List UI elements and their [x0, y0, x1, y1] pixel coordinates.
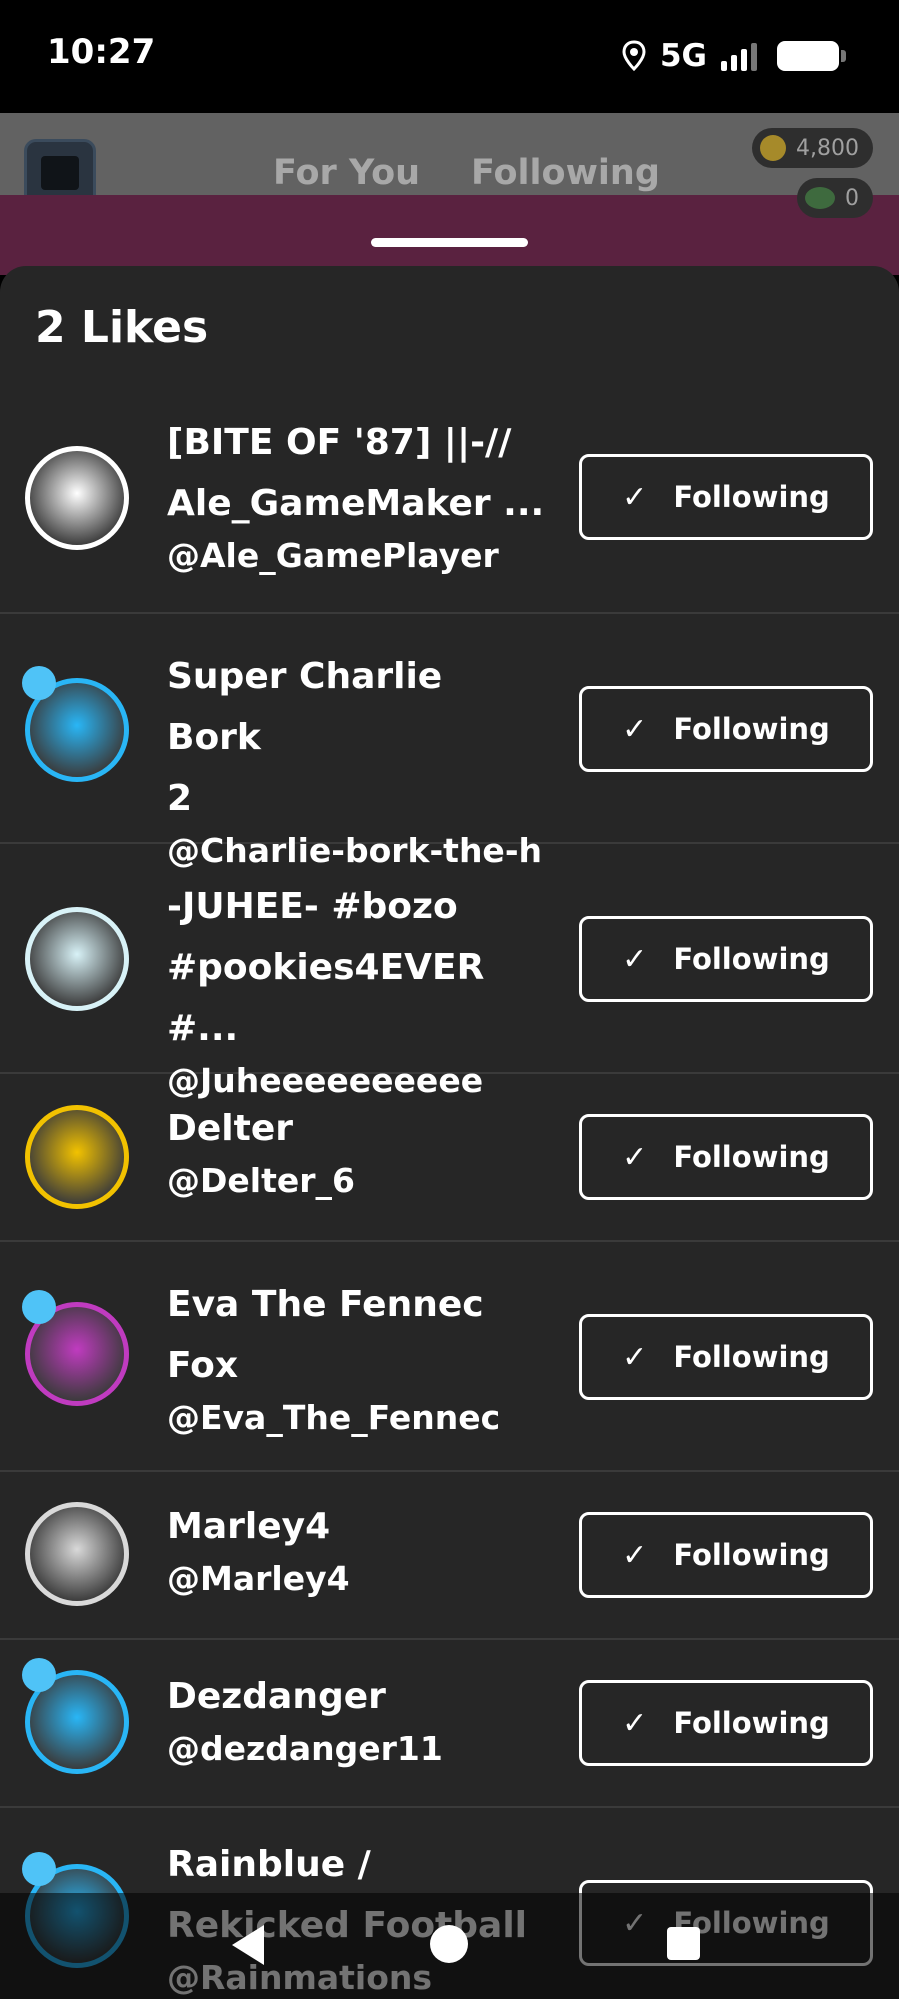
check-icon: ✓: [622, 1139, 648, 1175]
display-name: Dezdanger: [167, 1676, 386, 1717]
coin-icon: [760, 135, 787, 161]
user-info[interactable]: Dezdanger @dezdanger11: [167, 1666, 547, 1771]
badge-icon: [22, 1852, 56, 1886]
tab-for-you[interactable]: For You: [273, 153, 420, 193]
sheet-drag-handle[interactable]: [371, 238, 528, 247]
check-icon: ✓: [622, 1537, 648, 1573]
username: @Ale_GamePlayer: [167, 536, 499, 575]
display-name: Super Charlie Bork 2: [167, 656, 443, 819]
list-item[interactable]: Super Charlie Bork 2 @Charlie-bork-the-h ✓…: [0, 614, 899, 870]
user-info[interactable]: [BITE OF '87] ||-// Ale_GameMaker ... @Al…: [167, 412, 547, 578]
list-item[interactable]: Eva The Fennec Fox @Eva_The_Fennec ✓ Follow…: [0, 1242, 899, 1472]
display-name: Eva The Fennec Fox: [167, 1284, 484, 1386]
display-name: Marley4: [167, 1506, 331, 1547]
box-face-avatar[interactable]: [25, 1502, 129, 1606]
gem-count: 0: [845, 185, 859, 211]
signal-icon: [721, 41, 757, 71]
pink-bunny-avatar[interactable]: [25, 907, 129, 1011]
spiral-character-avatar[interactable]: [25, 446, 129, 550]
following-button[interactable]: ✓ Following: [579, 916, 873, 1002]
check-icon: ✓: [622, 941, 648, 977]
following-button[interactable]: ✓ Following: [579, 1314, 873, 1400]
check-icon: ✓: [622, 479, 648, 515]
following-label: Following: [673, 1340, 830, 1374]
username: @Delter_6: [167, 1161, 355, 1200]
check-icon: ✓: [622, 711, 648, 747]
following-button[interactable]: ✓ Following: [579, 1512, 873, 1598]
user-info[interactable]: Eva The Fennec Fox @Eva_The_Fennec: [167, 1274, 547, 1440]
following-label: Following: [673, 1706, 830, 1740]
gem-icon: [805, 187, 835, 209]
status-icons: 5G: [622, 34, 846, 78]
username: @Eva_The_Fennec: [167, 1398, 501, 1437]
badge-icon: [22, 666, 56, 700]
coin-count: 4,800: [796, 135, 859, 161]
badge-icon: [22, 1290, 56, 1324]
network-type: 5G: [659, 38, 707, 74]
display-name: [BITE OF '87] ||-// Ale_GameMaker ...: [167, 422, 545, 524]
recents-icon[interactable]: [667, 1927, 700, 1960]
list-item[interactable]: Marley4 @Marley4 ✓ Following: [0, 1472, 899, 1640]
following-label: Following: [673, 480, 830, 514]
badge-icon: [22, 1658, 56, 1692]
username: @Marley4: [167, 1559, 350, 1598]
likes-count-title: 2 Likes: [35, 302, 209, 353]
display-name: Delter: [167, 1108, 294, 1149]
back-icon[interactable]: [232, 1925, 264, 1965]
navigation-bar: [0, 1893, 899, 1999]
user-info[interactable]: Marley4 @Marley4: [167, 1496, 547, 1601]
display-name: -JUHEE- #bozo #pookies4EVER #...: [167, 886, 485, 1049]
likes-list: [BITE OF '87] ||-// Ale_GameMaker ... @Al…: [0, 382, 899, 1999]
following-button[interactable]: ✓ Following: [579, 1114, 873, 1200]
location-icon: [622, 40, 646, 72]
check-icon: ✓: [622, 1339, 648, 1375]
user-info[interactable]: Delter @Delter_6: [167, 1098, 547, 1203]
list-item[interactable]: [BITE OF '87] ||-// Ale_GameMaker ... @Al…: [0, 382, 899, 614]
moon-diamond-avatar[interactable]: [25, 1105, 129, 1209]
status-time: 10:27: [47, 32, 156, 72]
following-label: Following: [673, 712, 830, 746]
following-label: Following: [673, 942, 830, 976]
battery-icon: [777, 41, 846, 71]
likes-sheet: 2 Likes [BITE OF '87] ||-// Ale_GameMake…: [0, 266, 899, 1999]
user-info[interactable]: -JUHEE- #bozo #pookies4EVER #... @Juheeee…: [167, 876, 547, 1103]
gem-balance[interactable]: 0: [797, 178, 873, 218]
coin-balance[interactable]: 4,800: [752, 128, 873, 168]
following-button[interactable]: ✓ Following: [579, 1680, 873, 1766]
list-item[interactable]: Delter @Delter_6 ✓ Following: [0, 1074, 899, 1242]
following-label: Following: [673, 1140, 830, 1174]
following-button[interactable]: ✓ Following: [579, 686, 873, 772]
feed-preview: [0, 195, 899, 275]
home-icon[interactable]: [430, 1925, 468, 1963]
status-bar: 10:27 5G: [0, 0, 899, 113]
tab-following[interactable]: Following: [471, 153, 660, 193]
user-info[interactable]: Super Charlie Bork 2 @Charlie-bork-the-h: [167, 646, 547, 873]
following-button[interactable]: ✓ Following: [579, 454, 873, 540]
following-label: Following: [673, 1538, 830, 1572]
check-icon: ✓: [622, 1705, 648, 1741]
list-item[interactable]: -JUHEE- #bozo #pookies4EVER #... @Juheeee…: [0, 844, 899, 1100]
username: @dezdanger11: [167, 1729, 443, 1768]
list-item[interactable]: Dezdanger @dezdanger11 ✓ Following: [0, 1640, 899, 1808]
